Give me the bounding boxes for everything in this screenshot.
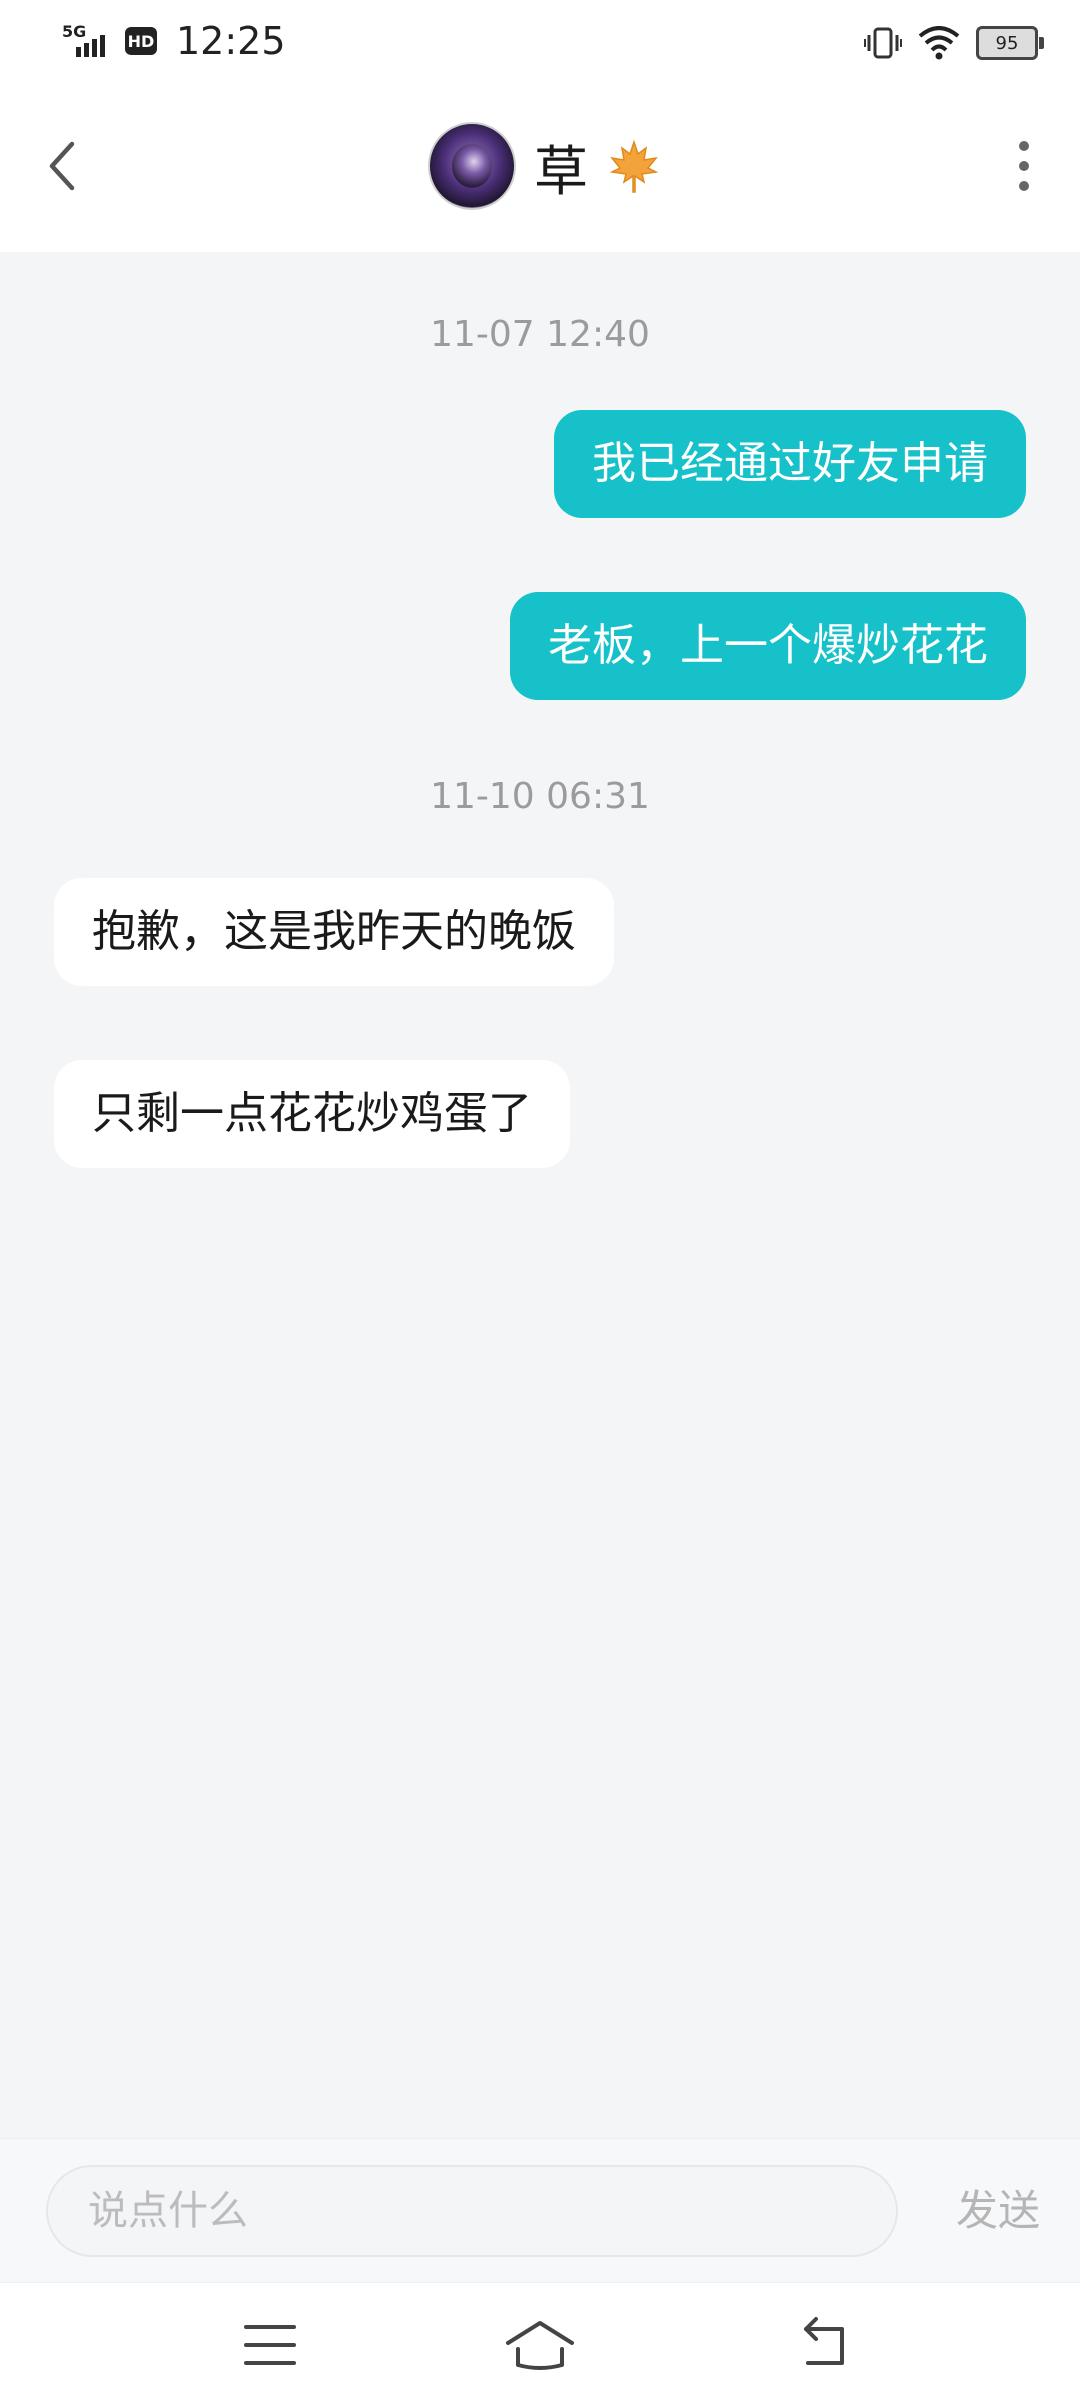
message-input-bar: 发送 <box>0 2138 1080 2283</box>
sent-message-bubble[interactable]: 老板，上一个爆炒花花 <box>510 592 1026 700</box>
maple-leaf-icon <box>609 139 659 193</box>
menu-button[interactable] <box>230 2313 310 2377</box>
more-dot <box>1019 161 1029 171</box>
svg-text:5G: 5G <box>62 22 86 41</box>
status-bar: 5G HD 12:25 95 <box>0 0 1080 82</box>
back-button[interactable] <box>40 134 88 198</box>
battery-icon: 95 <box>976 26 1044 60</box>
chat-header: 草 <box>0 82 1080 252</box>
system-nav-bar <box>0 2282 1080 2408</box>
more-dot <box>1019 181 1029 191</box>
received-message-bubble[interactable]: 抱歉，这是我昨天的晚饭 <box>54 878 614 986</box>
status-time: 12:25 <box>176 19 286 63</box>
wifi-icon <box>918 26 960 60</box>
svg-text:HD: HD <box>128 32 155 51</box>
more-dot <box>1019 141 1029 151</box>
timestamp: 11-10 06:31 <box>430 776 650 817</box>
timestamp: 11-07 12:40 <box>430 314 650 355</box>
message-list[interactable]: 11-07 12:40 我已经通过好友申请 老板，上一个爆炒花花 11-10 0… <box>0 252 1080 2138</box>
home-icon <box>506 2321 574 2370</box>
hd-icon: HD <box>125 27 157 55</box>
received-message-bubble[interactable]: 只剩一点花花炒鸡蛋了 <box>54 1060 570 1168</box>
more-options-button[interactable] <box>1004 134 1044 198</box>
chat-title: 草 <box>534 139 588 203</box>
menu-icon <box>244 2325 296 2365</box>
system-back-button[interactable] <box>784 2313 864 2377</box>
back-icon <box>804 2317 844 2365</box>
home-button[interactable] <box>500 2313 580 2377</box>
chat-title-group[interactable]: 草 <box>428 122 662 210</box>
send-button[interactable]: 发送 <box>948 2165 1048 2257</box>
message-input[interactable] <box>46 2165 898 2257</box>
status-right: 95 <box>864 20 1044 66</box>
vibrate-icon <box>864 27 902 59</box>
signal-icon: 5G <box>62 22 105 57</box>
status-left: 5G HD 12:25 <box>62 18 286 64</box>
battery-level: 95 <box>995 32 1019 54</box>
chat-screen: 5G HD 12:25 95 草 11-07 12:40 我已经通过好友申请 老… <box>0 0 1080 2408</box>
avatar[interactable] <box>428 122 516 210</box>
sent-message-bubble[interactable]: 我已经通过好友申请 <box>554 410 1026 518</box>
chevron-left-icon <box>49 141 75 191</box>
